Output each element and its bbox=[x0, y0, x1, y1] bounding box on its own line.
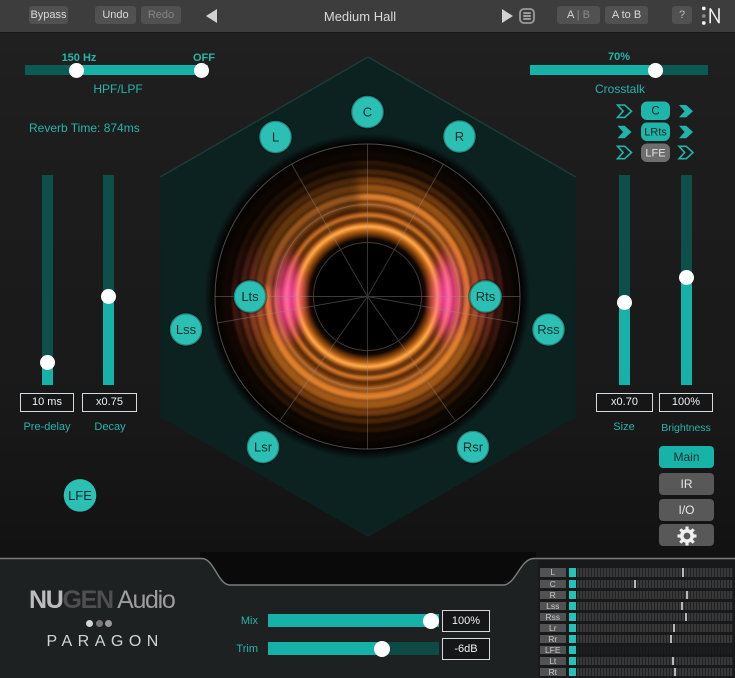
svg-text:Rsr: Rsr bbox=[463, 440, 484, 455]
svg-text:LRts: LRts bbox=[644, 127, 667, 139]
svg-text:Lss: Lss bbox=[176, 322, 197, 337]
svg-text:R: R bbox=[455, 129, 464, 144]
svg-text:C: C bbox=[651, 106, 659, 118]
svg-text:Rts: Rts bbox=[476, 289, 496, 304]
svg-text:L: L bbox=[272, 130, 279, 145]
svg-text:C: C bbox=[363, 105, 372, 120]
svg-text:Lts: Lts bbox=[241, 289, 259, 304]
svg-text:Rss: Rss bbox=[537, 322, 560, 337]
svg-text:Lsr: Lsr bbox=[254, 440, 273, 455]
svg-text:LFE: LFE bbox=[68, 488, 92, 503]
svg-text:LFE: LFE bbox=[645, 148, 665, 160]
